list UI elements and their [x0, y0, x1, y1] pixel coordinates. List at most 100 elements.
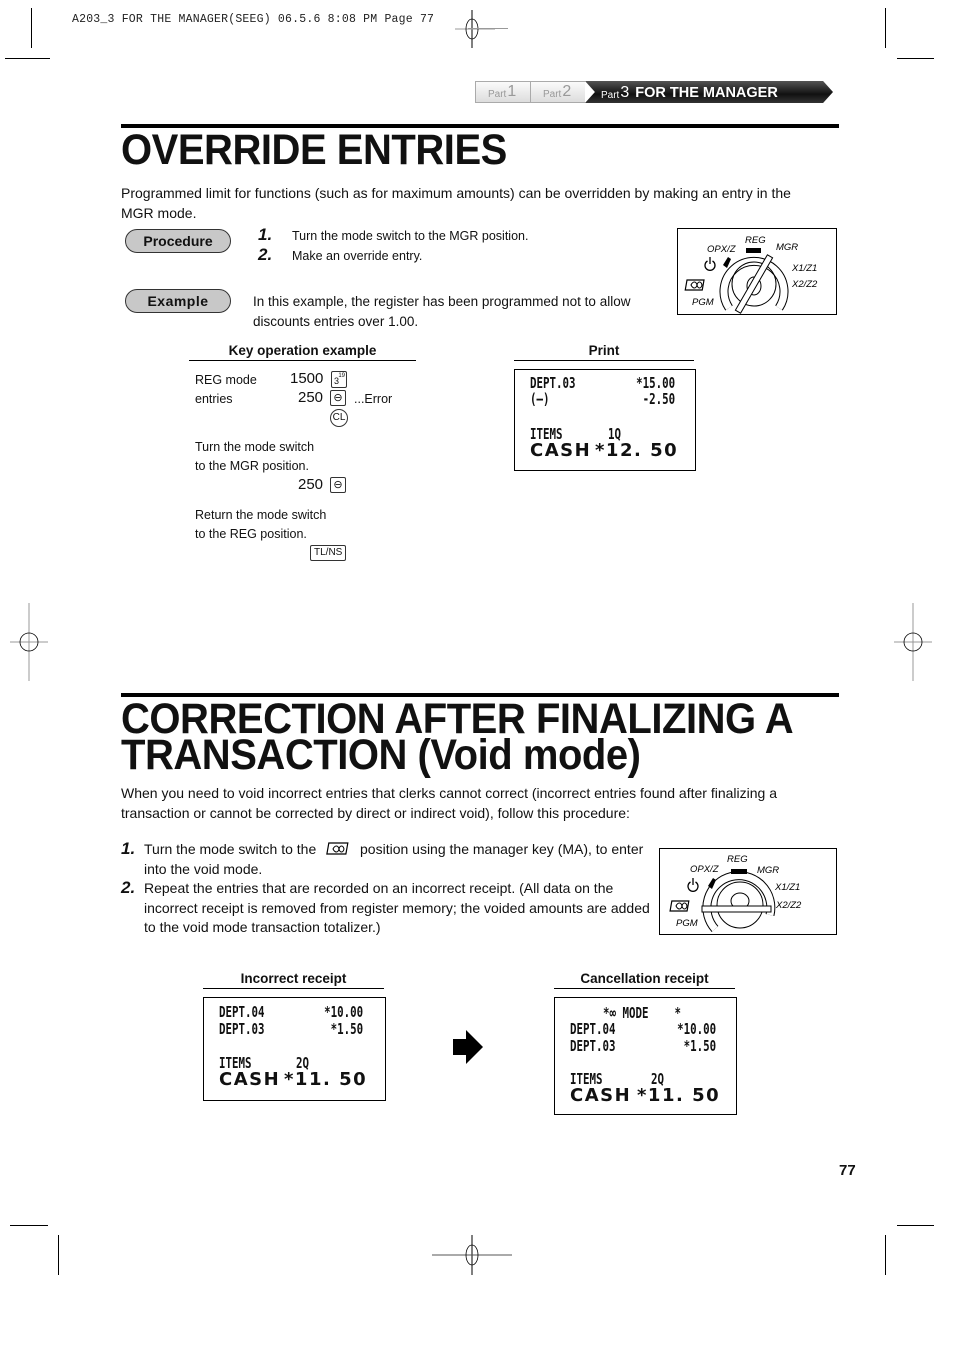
power-icon — [704, 257, 716, 271]
part-3-tab[interactable]: Part 3 FOR THE MANAGER — [585, 81, 833, 103]
switch-label-x1z1: X1/Z1 — [774, 882, 800, 893]
print-receipt: DEPT.03 *15.00 (—) -2.50 ITEMS 1Q CASH *… — [514, 369, 696, 471]
receipt-dept-amount: *10.00 — [676, 1020, 716, 1038]
cancellation-receipt: *∞ MODE * DEPT.04 *10.00 DEPT.03 *1.50 I… — [554, 997, 737, 1115]
switch-label-pgm: PGM — [676, 918, 698, 929]
receipt-cash-amount: *12. 50 — [595, 440, 679, 461]
receipt-discount-amount: -2.50 — [642, 390, 675, 408]
receipt-dept-label: DEPT.04 — [570, 1020, 616, 1038]
example-text: In this example, the register has been p… — [253, 294, 631, 329]
step-text: Make an override entry. — [292, 249, 423, 263]
minus-key[interactable]: ⊖ — [330, 477, 346, 493]
dept-3-key[interactable]: 3 19 — [331, 371, 347, 388]
minus-key[interactable]: ⊖ — [330, 390, 346, 406]
registration-mark-top — [455, 10, 495, 48]
procedure-step: 1. Turn the mode switch to the MGR posit… — [258, 225, 528, 245]
procedure-badge: Procedure — [125, 229, 231, 253]
crop-mark — [897, 58, 934, 59]
step-text: Turn the mode switch to the — [144, 841, 317, 857]
part-2-prefix: Part — [543, 89, 562, 100]
key-operation-example: REG mode 1500 3 19 entries 250 ⊖ ...Erro… — [195, 370, 425, 570]
page-number: 77 — [839, 1162, 856, 1179]
receipt-dept-label: DEPT.04 — [219, 1003, 265, 1021]
correction-steps: 1. Turn the mode switch to the position … — [121, 839, 656, 938]
void-mode-icon — [684, 279, 705, 291]
reg-indicator — [746, 248, 761, 253]
procedure-step: 1. Turn the mode switch to the position … — [121, 839, 656, 879]
receipt-cash-amount: *11. 50 — [637, 1085, 721, 1106]
key-slot-void — [701, 905, 772, 913]
part-1-tab[interactable]: Part 1 — [475, 81, 530, 103]
receipt-cash-label: CASH — [570, 1085, 632, 1106]
switch-label-mgr: MGR — [776, 242, 798, 253]
page-title: OVERRIDE ENTRIES — [121, 126, 507, 174]
correction-section-header: CORRECTION AFTER FINALIZING A TRANSACTIO… — [121, 698, 844, 779]
part-3-number: 3 — [620, 84, 630, 101]
procedure-step: 2. Make an override entry. — [258, 245, 528, 265]
receipt-dept-amount: *10.00 — [323, 1003, 363, 1021]
key-op-label: entries — [195, 392, 233, 406]
section-title-line2: TRANSACTION (Void mode) — [121, 731, 641, 779]
receipt-cash-label: CASH — [219, 1069, 281, 1090]
receipt-discount-label: (—) — [530, 390, 550, 408]
override-intro: Programmed limit for functions (such as … — [121, 185, 791, 221]
receipt-dept-amount: *1.50 — [330, 1020, 363, 1038]
key-superscript: 19 — [338, 373, 345, 379]
receipt-dept-label: DEPT.03 — [570, 1037, 616, 1055]
correction-intro: When you need to void incorrect entries … — [121, 785, 777, 821]
crop-mark — [31, 8, 32, 48]
example-badge: Example — [125, 289, 231, 313]
switch-label-opxz: OPX/Z — [707, 244, 737, 255]
procedure-step: 2. Repeat the entries that are recorded … — [121, 878, 656, 938]
mode-switch-diagram-void: REG OPX/Z MGR X1/Z1 X2/Z2 PGM — [659, 848, 837, 935]
part-3-prefix: Part — [601, 90, 620, 101]
void-mode-icon — [326, 842, 349, 855]
step-text: Repeat the entries that are recorded on … — [144, 880, 650, 935]
switch-label-mgr: MGR — [757, 865, 779, 876]
mode-switch-dial: REG OPX/Z MGR X1/Z1 X2/Z2 PGM — [669, 854, 802, 932]
key-op-value: 250 — [298, 476, 324, 493]
slug-underline — [468, 28, 508, 29]
crop-mark — [58, 1235, 59, 1275]
crop-mark — [897, 1225, 934, 1226]
step-number: 1. — [121, 839, 136, 858]
clear-key[interactable]: CL — [330, 409, 348, 427]
mode-switch-diagram-mgr: REG OPX/Z MGR X1/Z1 X2/Z2 PGM — [677, 228, 837, 315]
part-1-number: 1 — [507, 83, 517, 100]
key-op-value: 250 — [298, 389, 324, 406]
receipt-cash-label: CASH — [530, 440, 592, 461]
crop-mark — [885, 8, 886, 48]
step-number: 1. — [258, 225, 273, 244]
registration-mark-left — [10, 603, 48, 681]
step-text: Turn the mode switch to the MGR position… — [292, 229, 529, 243]
instruction-text: to the MGR position. — [195, 459, 309, 473]
registration-mark-right — [894, 603, 932, 681]
instruction-text: Turn the mode switch — [195, 440, 315, 454]
part-3-title: FOR THE MANAGER — [635, 85, 778, 101]
print-heading: Print — [514, 343, 694, 361]
void-mode-icon — [669, 900, 690, 912]
incorrect-receipt-heading: Incorrect receipt — [203, 971, 384, 989]
procedure-steps: 1. Turn the mode switch to the MGR posit… — [258, 225, 528, 265]
receipt-dept-label: DEPT.03 — [219, 1020, 265, 1038]
key-operation-heading: Key operation example — [189, 343, 416, 361]
override-section-header: OVERRIDE ENTRIES — [121, 126, 536, 174]
cancellation-receipt-heading: Cancellation receipt — [554, 971, 735, 989]
crop-mark — [885, 1235, 886, 1275]
switch-label-x1z1: X1/Z1 — [791, 263, 817, 274]
part-2-number: 2 — [562, 83, 572, 100]
part-2-tab[interactable]: Part 2 — [530, 81, 585, 103]
part-1-prefix: Part — [488, 89, 507, 100]
switch-label-reg: REG — [745, 235, 766, 246]
print-slug: A203_3 FOR THE MANAGER(SEEG) 06.5.6 8:08… — [72, 13, 435, 26]
step-number: 2. — [121, 878, 136, 897]
part-navigation: Part 1 Part 2 Part 3 FOR THE MANAGER — [475, 81, 833, 103]
receipt-dept-amount: *1.50 — [683, 1037, 716, 1055]
incorrect-receipt: DEPT.04 *10.00 DEPT.03 *1.50 ITEMS 2Q CA… — [203, 997, 386, 1101]
registration-mark-bottom — [432, 1235, 512, 1275]
switch-label-reg: REG — [727, 854, 748, 865]
tl-ns-key[interactable]: TL/NS — [310, 545, 347, 561]
switch-label-x2z2: X2/Z2 — [775, 900, 802, 911]
error-note: ...Error — [354, 392, 393, 406]
switch-label-pgm: PGM — [692, 297, 714, 308]
